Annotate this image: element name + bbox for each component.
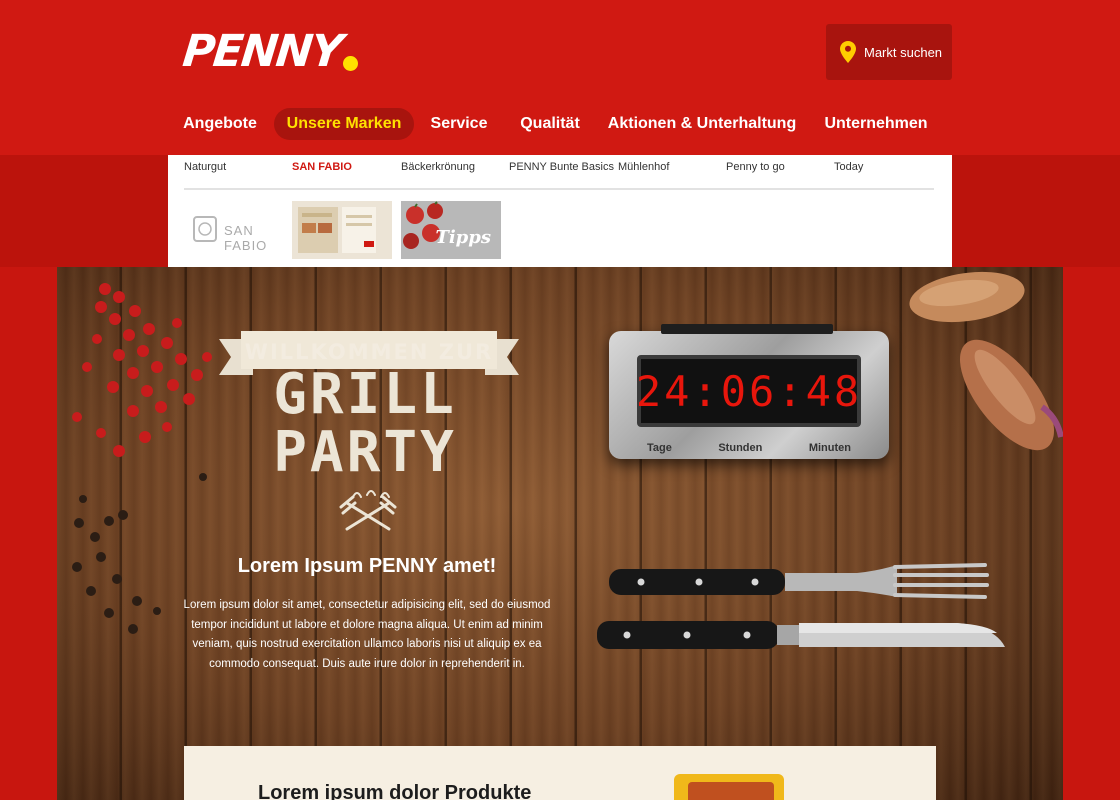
submenu-item-muehlenhof[interactable]: Mühlenhof — [618, 161, 669, 173]
store-finder-button[interactable]: Markt suchen — [826, 24, 952, 80]
submenu-divider — [184, 188, 934, 190]
map-pin-icon — [840, 41, 856, 63]
tipps-thumbnail[interactable]: Tipps — [401, 201, 501, 259]
penny-logo[interactable]: PENNY — [180, 26, 358, 77]
submenu-item-bunte-basics[interactable]: PENNY Bunte Basics — [509, 161, 614, 173]
submenu-item-naturgut[interactable]: Naturgut — [184, 161, 226, 173]
grill-party-hero: WILLKOMMEN ZUR GRILL PARTY Lorem Ipsum P… — [57, 267, 1063, 800]
san-fabio-logo-text: SAN FABIO — [224, 223, 268, 253]
prospekt-thumbnail[interactable] — [292, 201, 392, 259]
brands-submenu: Naturgut SAN FABIO Bäckerkrönung PENNY B… — [168, 155, 952, 267]
products-section: Lorem ipsum dolor Produkte — [184, 746, 936, 800]
logo-yellow-dot — [342, 56, 358, 71]
nav-item-service[interactable]: Service — [424, 108, 494, 140]
store-finder-label: Markt suchen — [864, 44, 943, 60]
tipps-label: Tipps — [435, 227, 491, 248]
submenu-item-today[interactable]: Today — [834, 161, 863, 173]
logo-wordmark: PENNY — [180, 26, 344, 77]
san-fabio-logo-thumbnail[interactable]: SAN FABIO — [184, 201, 284, 259]
main-navigation: Angebote Unsere Marken Service Qualität … — [0, 108, 1120, 140]
nav-item-unsere-marken[interactable]: Unsere Marken — [274, 108, 414, 140]
nav-item-aktionen-unterhaltung[interactable]: Aktionen & Unterhaltung — [606, 108, 798, 140]
submenu-item-san-fabio[interactable]: SAN FABIO — [292, 161, 352, 173]
submenu-item-baeckerkroenung[interactable]: Bäckerkrönung — [401, 161, 475, 173]
site-header: PENNY Markt suchen Angebote Unsere Marke… — [0, 0, 1120, 155]
product-image[interactable] — [674, 774, 784, 800]
submenu-item-penny-to-go[interactable]: Penny to go — [726, 161, 785, 173]
nav-item-angebote[interactable]: Angebote — [174, 108, 266, 140]
fork-and-knife-decoration — [597, 563, 1005, 649]
nav-item-unternehmen[interactable]: Unternehmen — [818, 108, 934, 140]
prospekt-preview-icon — [298, 207, 376, 253]
products-title: Lorem ipsum dolor Produkte — [258, 782, 532, 800]
nav-item-qualitaet[interactable]: Qualität — [512, 108, 588, 140]
